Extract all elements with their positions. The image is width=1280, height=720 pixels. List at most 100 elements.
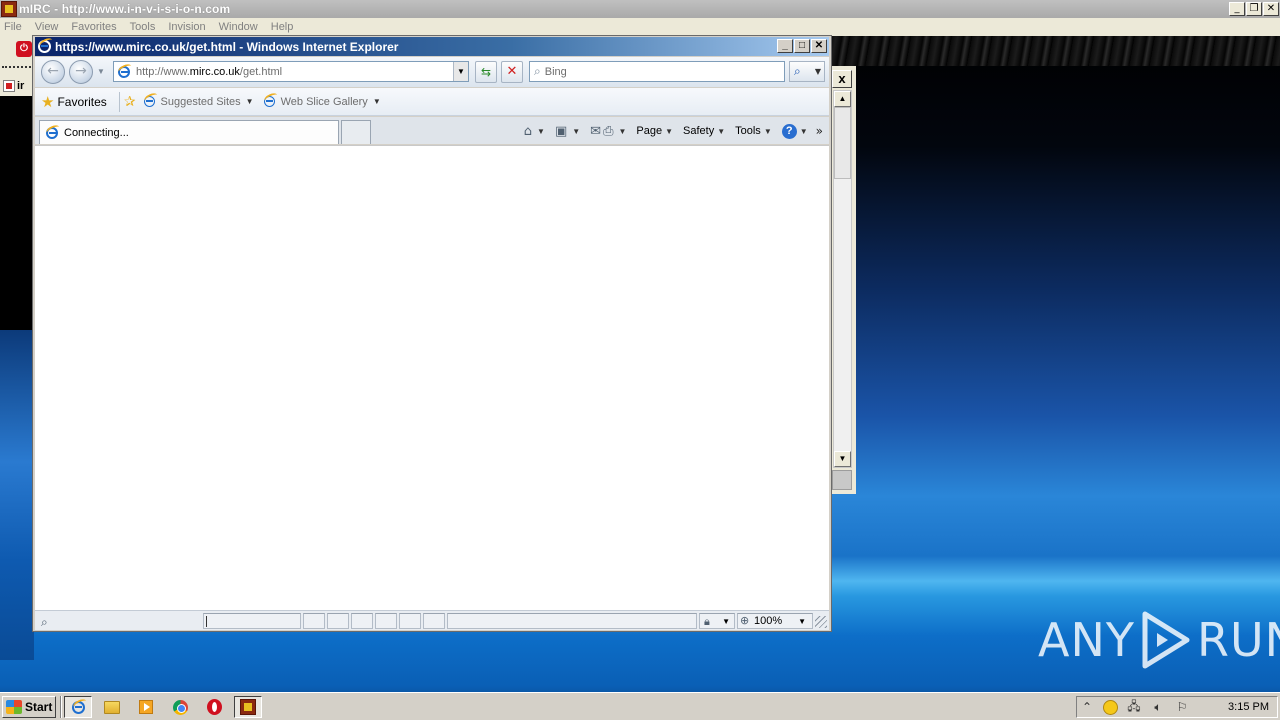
mirc-app-icon	[1, 1, 17, 17]
taskbar-opera[interactable]	[200, 696, 228, 718]
tools-menu[interactable]: Tools	[735, 125, 761, 137]
mirc-left-decoration	[0, 330, 34, 660]
volume-icon[interactable]: 🔈︎	[1150, 700, 1166, 715]
mirc-close-button[interactable]: ✕	[1263, 2, 1279, 16]
page-icon	[118, 65, 130, 78]
play-logo-icon	[1142, 611, 1190, 669]
start-label: Start	[25, 700, 53, 714]
mail-icon[interactable]: ✉	[590, 124, 601, 139]
feeds-dropdown[interactable]: ▼	[572, 127, 580, 136]
address-url[interactable]: http://www.mirc.co.uk/get.html	[136, 66, 282, 78]
mirc-power-icon[interactable]: ⏻	[16, 41, 32, 57]
favorites-button[interactable]: Favorites	[57, 95, 106, 109]
ie-title-bar[interactable]: https://www.mirc.co.uk/get.html - Window…	[35, 37, 829, 56]
ie-maximize-button[interactable]: □	[794, 39, 810, 53]
rss-icon[interactable]: ▣	[555, 124, 567, 139]
resize-grip[interactable]	[815, 616, 827, 628]
mirc-menu-view[interactable]: View	[35, 21, 59, 33]
media-player-icon	[139, 700, 153, 714]
address-bar[interactable]: http://www.mirc.co.uk/get.html ▼	[113, 61, 469, 82]
page-menu[interactable]: Page	[636, 125, 662, 137]
safety-dropdown-icon[interactable]: ▼	[717, 127, 725, 136]
search-options-dropdown[interactable]: ▼	[815, 62, 821, 81]
mirc-minimize-button[interactable]: _	[1229, 2, 1245, 16]
print-dropdown[interactable]: ▼	[618, 127, 626, 136]
mirc-menu-bar: File View Favorites Tools Invision Windo…	[0, 18, 1280, 36]
internet-explorer-icon	[38, 39, 52, 54]
tools-dropdown-icon[interactable]: ▼	[764, 127, 772, 136]
page-dropdown-icon[interactable]: ▼	[665, 127, 673, 136]
search-box[interactable]: ⌕ Bing	[529, 61, 785, 82]
folder-icon	[104, 700, 120, 714]
mirc-menu-file[interactable]: File	[4, 21, 22, 33]
ie-window-title: https://www.mirc.co.uk/get.html - Window…	[55, 39, 399, 54]
scroll-down-arrow-icon[interactable]: ▼	[834, 451, 851, 467]
taskbar: Start ⌃ 🖧 🔈︎ ⚐ 3:15 PM	[0, 692, 1280, 720]
start-button[interactable]: Start	[2, 696, 56, 718]
address-dropdown-button[interactable]: ▼	[453, 62, 468, 81]
show-hidden-icons-chevron-icon[interactable]: ⌃	[1079, 700, 1095, 714]
web-slice-gallery-label: Web Slice Gallery	[280, 95, 368, 108]
mirc-child-close-button[interactable]: x	[832, 70, 852, 88]
mirc-menu-invision[interactable]: Invision	[168, 21, 205, 33]
stop-icon[interactable]: ✕	[501, 61, 523, 83]
mirc-toolbar-divider	[2, 66, 34, 70]
back-arrow-icon[interactable]: ←	[41, 60, 65, 84]
mirc-window-title: mIRC - http://www.i-n-v-i-s-i-o-n.com	[19, 2, 231, 16]
clock[interactable]: 3:15 PM	[1228, 701, 1269, 713]
suggested-sites-link[interactable]: Suggested Sites ▼	[143, 95, 254, 108]
status-cell	[447, 613, 697, 629]
taskbar-explorer[interactable]	[98, 696, 126, 718]
action-center-flag-icon[interactable]: ⚐	[1174, 700, 1190, 714]
mirc-switchbar-label: ir	[17, 80, 25, 92]
status-cell	[423, 613, 445, 629]
mirc-left-panel	[0, 96, 34, 336]
taskbar-mirc[interactable]	[234, 696, 262, 718]
opera-icon	[206, 699, 222, 715]
safety-menu[interactable]: Safety	[683, 125, 714, 137]
mirc-child-size-grip[interactable]	[832, 470, 852, 490]
home-icon[interactable]: ⌂	[524, 124, 532, 139]
taskbar-internet-explorer[interactable]	[64, 696, 92, 718]
chrome-icon	[172, 699, 188, 715]
recent-pages-dropdown[interactable]: ▼	[97, 67, 105, 76]
watermark-right-text: RUN	[1196, 613, 1280, 667]
forward-arrow-icon[interactable]: →	[69, 60, 93, 84]
new-tab-button[interactable]	[341, 120, 371, 144]
add-to-favorites-bar-icon[interactable]: ✰	[124, 94, 136, 110]
mirc-switchbar-tab[interactable]: ir	[3, 80, 33, 96]
more-commands-chevron-icon[interactable]: »	[816, 124, 823, 138]
command-bar: ⌂ ▼ ▣ ▼ ✉ ⎙ ▼ Page ▼ Safety ▼ Tools ▼ ? ▼ »	[524, 121, 823, 141]
network-icon[interactable]: 🖧	[1126, 697, 1142, 718]
printer-icon[interactable]: ⎙	[603, 124, 613, 139]
ie-minimize-button[interactable]: _	[777, 39, 793, 53]
home-dropdown[interactable]: ▼	[537, 127, 545, 136]
mirc-menu-favorites[interactable]: Favorites	[71, 21, 116, 33]
taskbar-chrome[interactable]	[166, 696, 194, 718]
search-button[interactable]: ⌕ ▼	[789, 61, 825, 82]
star-icon[interactable]: ★	[41, 93, 54, 111]
page-content-area[interactable]	[35, 145, 829, 610]
mirc-child-scrollbar[interactable]: ▲ ▼	[833, 90, 852, 468]
zoom-control[interactable]: ⊕ 100% ▼	[737, 613, 813, 629]
ie-close-button[interactable]: ✕	[811, 39, 827, 53]
mirc-menu-help[interactable]: Help	[271, 21, 294, 33]
scroll-thumb[interactable]	[834, 107, 851, 179]
refresh-icon[interactable]: ⇆	[475, 61, 497, 83]
web-slice-gallery-link[interactable]: Web Slice Gallery ▼	[263, 95, 381, 108]
taskbar-media-player[interactable]	[132, 696, 160, 718]
help-icon[interactable]: ?	[781, 123, 797, 139]
taskbar-separator	[60, 696, 62, 718]
protected-mode-cell[interactable]: 🔒︎ ▼	[699, 613, 735, 629]
mirc-banner-strip	[830, 36, 1280, 66]
help-dropdown[interactable]: ▼	[800, 127, 808, 136]
mirc-restore-button[interactable]: ❐	[1246, 2, 1262, 16]
tab-connecting[interactable]: Connecting...	[39, 120, 339, 144]
mirc-tray-icon[interactable]	[1103, 699, 1118, 715]
favorites-bar: ★ Favorites ✰ Suggested Sites ▼ Web Slice…	[35, 88, 829, 116]
mirc-menu-window[interactable]: Window	[219, 21, 258, 33]
suggested-sites-label: Suggested Sites	[160, 95, 241, 108]
chevron-down-icon: ▼	[798, 617, 806, 626]
scroll-up-arrow-icon[interactable]: ▲	[834, 91, 851, 107]
mirc-menu-tools[interactable]: Tools	[130, 21, 156, 33]
